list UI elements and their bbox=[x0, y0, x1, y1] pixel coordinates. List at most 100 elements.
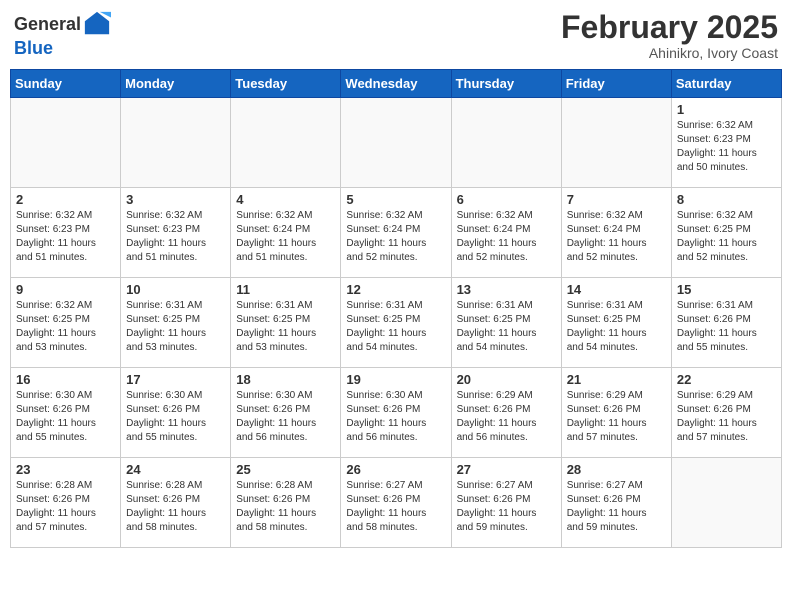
calendar-week-row: 16 Sunrise: 6:30 AM Sunset: 6:26 PM Dayli… bbox=[11, 368, 782, 458]
calendar-cell: 23Sunrise: 6:28 AM Sunset: 6:26 PM Dayli… bbox=[11, 458, 121, 548]
day-info: Sunrise: 6:32 AM Sunset: 6:25 PM Dayligh… bbox=[677, 209, 776, 265]
day-number: 8 bbox=[677, 192, 776, 207]
calendar-cell: 18Sunrise: 6:30 AM Sunset: 6:26 PM Dayli… bbox=[231, 368, 341, 458]
day-info: Sunrise: 6:32 AM Sunset: 6:23 PM Dayligh… bbox=[16, 209, 115, 265]
day-number: 26 bbox=[346, 462, 445, 477]
calendar-cell bbox=[231, 98, 341, 188]
logo: General Blue bbox=[14, 10, 111, 59]
day-info: Sunrise: 6:31 AM Sunset: 6:25 PM Dayligh… bbox=[126, 299, 225, 355]
day-info: Sunrise: 6:32 AM Sunset: 6:23 PM Dayligh… bbox=[126, 209, 225, 265]
day-info: Sunrise: 6:30 AM Sunset: 6:26 PM Dayligh… bbox=[126, 389, 225, 445]
day-info: Sunrise: 6:30 AM Sunset: 6:26 PM Dayligh… bbox=[16, 389, 115, 445]
day-info: Sunrise: 6:32 AM Sunset: 6:25 PM Dayligh… bbox=[16, 299, 115, 355]
month-year-title: February 2025 bbox=[561, 10, 778, 45]
page-header: General Blue February 2025 Ahinikro, Ivo… bbox=[10, 10, 782, 61]
day-info: Sunrise: 6:30 AM Sunset: 6:26 PM Dayligh… bbox=[346, 389, 445, 445]
day-info: Sunrise: 6:31 AM Sunset: 6:25 PM Dayligh… bbox=[567, 299, 666, 355]
calendar-cell: 14 Sunrise: 6:31 AM Sunset: 6:25 PM Dayli… bbox=[561, 278, 671, 368]
day-number: 1 bbox=[677, 102, 776, 117]
day-number: 3 bbox=[126, 192, 225, 207]
day-header-sunday: Sunday bbox=[11, 70, 121, 98]
day-header-tuesday: Tuesday bbox=[231, 70, 341, 98]
day-number: 21 bbox=[567, 372, 666, 387]
day-number: 14 bbox=[567, 282, 666, 297]
title-block: February 2025 Ahinikro, Ivory Coast bbox=[561, 10, 778, 61]
calendar-cell bbox=[451, 98, 561, 188]
day-info: Sunrise: 6:32 AM Sunset: 6:24 PM Dayligh… bbox=[567, 209, 666, 265]
day-number: 13 bbox=[457, 282, 556, 297]
day-info: Sunrise: 6:27 AM Sunset: 6:26 PM Dayligh… bbox=[346, 479, 445, 535]
day-info: Sunrise: 6:28 AM Sunset: 6:26 PM Dayligh… bbox=[16, 479, 115, 535]
calendar-week-row: 1Sunrise: 6:32 AM Sunset: 6:23 PM Daylig… bbox=[11, 98, 782, 188]
calendar-week-row: 2Sunrise: 6:32 AM Sunset: 6:23 PM Daylig… bbox=[11, 188, 782, 278]
calendar-cell: 26 Sunrise: 6:27 AM Sunset: 6:26 PM Dayli… bbox=[341, 458, 451, 548]
calendar-cell: 22Sunrise: 6:29 AM Sunset: 6:26 PM Dayli… bbox=[671, 368, 781, 458]
location-subtitle: Ahinikro, Ivory Coast bbox=[561, 45, 778, 61]
day-number: 24 bbox=[126, 462, 225, 477]
calendar-cell: 8 Sunrise: 6:32 AM Sunset: 6:25 PM Daylig… bbox=[671, 188, 781, 278]
calendar-table: SundayMondayTuesdayWednesdayThursdayFrid… bbox=[10, 69, 782, 548]
calendar-week-row: 9 Sunrise: 6:32 AM Sunset: 6:25 PM Daylig… bbox=[11, 278, 782, 368]
day-number: 9 bbox=[16, 282, 115, 297]
day-number: 22 bbox=[677, 372, 776, 387]
calendar-cell bbox=[121, 98, 231, 188]
day-info: Sunrise: 6:28 AM Sunset: 6:26 PM Dayligh… bbox=[126, 479, 225, 535]
calendar-cell: 20Sunrise: 6:29 AM Sunset: 6:26 PM Dayli… bbox=[451, 368, 561, 458]
day-info: Sunrise: 6:29 AM Sunset: 6:26 PM Dayligh… bbox=[457, 389, 556, 445]
day-info: Sunrise: 6:30 AM Sunset: 6:26 PM Dayligh… bbox=[236, 389, 335, 445]
logo-general-text: General bbox=[14, 14, 81, 35]
day-number: 19 bbox=[346, 372, 445, 387]
calendar-cell: 2Sunrise: 6:32 AM Sunset: 6:23 PM Daylig… bbox=[11, 188, 121, 278]
day-header-wednesday: Wednesday bbox=[341, 70, 451, 98]
day-info: Sunrise: 6:31 AM Sunset: 6:26 PM Dayligh… bbox=[677, 299, 776, 355]
day-info: Sunrise: 6:31 AM Sunset: 6:25 PM Dayligh… bbox=[457, 299, 556, 355]
day-info: Sunrise: 6:31 AM Sunset: 6:25 PM Dayligh… bbox=[346, 299, 445, 355]
calendar-cell: 9 Sunrise: 6:32 AM Sunset: 6:25 PM Daylig… bbox=[11, 278, 121, 368]
calendar-cell: 17 Sunrise: 6:30 AM Sunset: 6:26 PM Dayli… bbox=[121, 368, 231, 458]
calendar-cell: 16 Sunrise: 6:30 AM Sunset: 6:26 PM Dayli… bbox=[11, 368, 121, 458]
calendar-cell: 6 Sunrise: 6:32 AM Sunset: 6:24 PM Daylig… bbox=[451, 188, 561, 278]
day-number: 17 bbox=[126, 372, 225, 387]
day-header-saturday: Saturday bbox=[671, 70, 781, 98]
day-info: Sunrise: 6:32 AM Sunset: 6:24 PM Dayligh… bbox=[457, 209, 556, 265]
calendar-cell: 5Sunrise: 6:32 AM Sunset: 6:24 PM Daylig… bbox=[341, 188, 451, 278]
calendar-cell: 19 Sunrise: 6:30 AM Sunset: 6:26 PM Dayli… bbox=[341, 368, 451, 458]
logo-icon bbox=[83, 10, 111, 38]
day-number: 10 bbox=[126, 282, 225, 297]
day-number: 7 bbox=[567, 192, 666, 207]
day-info: Sunrise: 6:31 AM Sunset: 6:25 PM Dayligh… bbox=[236, 299, 335, 355]
calendar-cell: 1Sunrise: 6:32 AM Sunset: 6:23 PM Daylig… bbox=[671, 98, 781, 188]
day-number: 6 bbox=[457, 192, 556, 207]
day-number: 25 bbox=[236, 462, 335, 477]
calendar-cell: 13 Sunrise: 6:31 AM Sunset: 6:25 PM Dayli… bbox=[451, 278, 561, 368]
calendar-week-row: 23Sunrise: 6:28 AM Sunset: 6:26 PM Dayli… bbox=[11, 458, 782, 548]
day-header-monday: Monday bbox=[121, 70, 231, 98]
day-number: 11 bbox=[236, 282, 335, 297]
calendar-cell: 7 Sunrise: 6:32 AM Sunset: 6:24 PM Daylig… bbox=[561, 188, 671, 278]
calendar-cell: 4 Sunrise: 6:32 AM Sunset: 6:24 PM Daylig… bbox=[231, 188, 341, 278]
day-number: 15 bbox=[677, 282, 776, 297]
calendar-cell bbox=[341, 98, 451, 188]
day-number: 28 bbox=[567, 462, 666, 477]
logo-blue-text: Blue bbox=[14, 38, 53, 58]
day-info: Sunrise: 6:29 AM Sunset: 6:26 PM Dayligh… bbox=[567, 389, 666, 445]
calendar-cell: 3 Sunrise: 6:32 AM Sunset: 6:23 PM Daylig… bbox=[121, 188, 231, 278]
day-header-friday: Friday bbox=[561, 70, 671, 98]
calendar-cell: 27 Sunrise: 6:27 AM Sunset: 6:26 PM Dayli… bbox=[451, 458, 561, 548]
calendar-cell: 24 Sunrise: 6:28 AM Sunset: 6:26 PM Dayli… bbox=[121, 458, 231, 548]
calendar-cell: 28 Sunrise: 6:27 AM Sunset: 6:26 PM Dayli… bbox=[561, 458, 671, 548]
day-number: 16 bbox=[16, 372, 115, 387]
calendar-cell: 12 Sunrise: 6:31 AM Sunset: 6:25 PM Dayli… bbox=[341, 278, 451, 368]
calendar-cell: 25 Sunrise: 6:28 AM Sunset: 6:26 PM Dayli… bbox=[231, 458, 341, 548]
calendar-cell: 10 Sunrise: 6:31 AM Sunset: 6:25 PM Dayli… bbox=[121, 278, 231, 368]
day-info: Sunrise: 6:28 AM Sunset: 6:26 PM Dayligh… bbox=[236, 479, 335, 535]
calendar-cell: 15 Sunrise: 6:31 AM Sunset: 6:26 PM Dayli… bbox=[671, 278, 781, 368]
calendar-header-row: SundayMondayTuesdayWednesdayThursdayFrid… bbox=[11, 70, 782, 98]
day-number: 4 bbox=[236, 192, 335, 207]
day-number: 5 bbox=[346, 192, 445, 207]
day-info: Sunrise: 6:27 AM Sunset: 6:26 PM Dayligh… bbox=[567, 479, 666, 535]
day-info: Sunrise: 6:32 AM Sunset: 6:24 PM Dayligh… bbox=[236, 209, 335, 265]
day-number: 27 bbox=[457, 462, 556, 477]
day-number: 12 bbox=[346, 282, 445, 297]
day-info: Sunrise: 6:27 AM Sunset: 6:26 PM Dayligh… bbox=[457, 479, 556, 535]
